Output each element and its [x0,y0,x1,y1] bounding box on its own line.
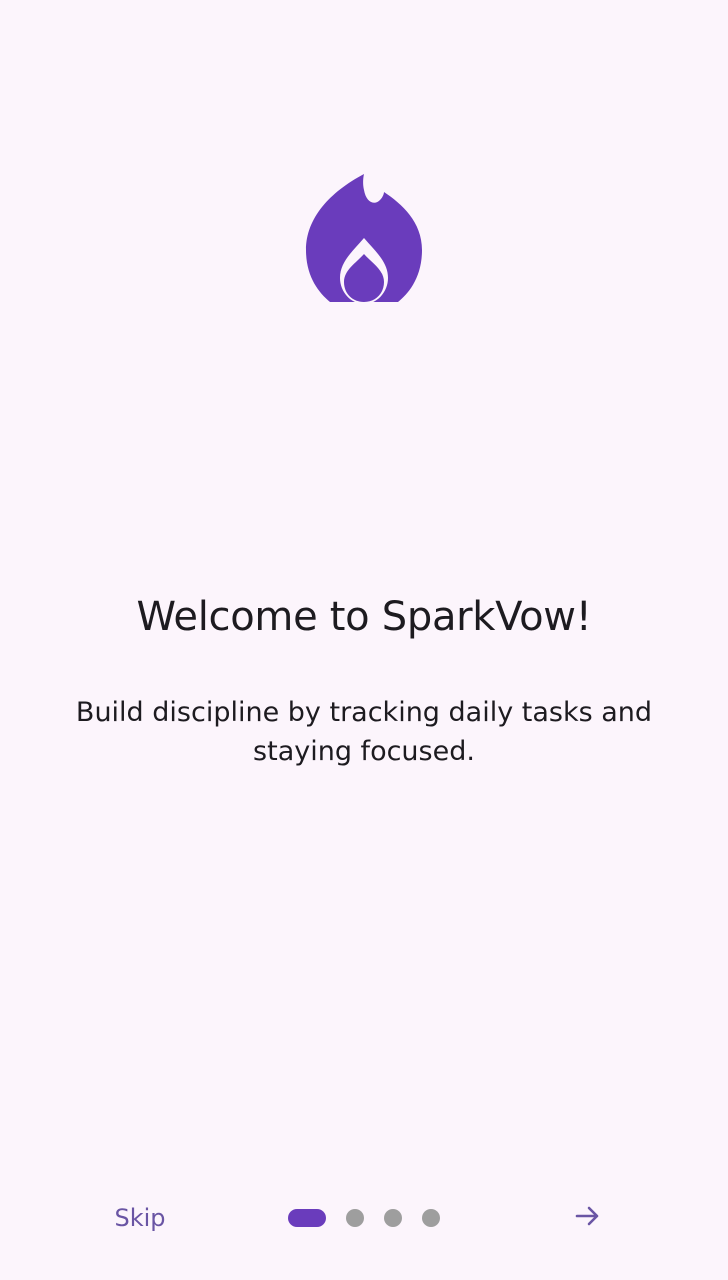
arrow-right-icon [575,1204,601,1232]
page-indicator-dot-4[interactable] [422,1209,440,1227]
skip-button[interactable]: Skip [96,1196,184,1240]
onboarding-subtitle: Build discipline by tracking daily tasks… [75,697,653,767]
onboarding-title: Welcome to SparkVow! [136,594,592,640]
next-button[interactable] [562,1196,614,1240]
page-indicator-dot-1[interactable] [288,1209,326,1227]
page-indicator-dot-3[interactable] [384,1209,402,1227]
onboarding-screen: Welcome to SparkVow! Build discipline by… [0,0,728,1280]
page-indicator-dot-2[interactable] [346,1209,364,1227]
onboarding-navigation-bar: Skip [0,1190,728,1248]
flame-icon [300,170,428,310]
